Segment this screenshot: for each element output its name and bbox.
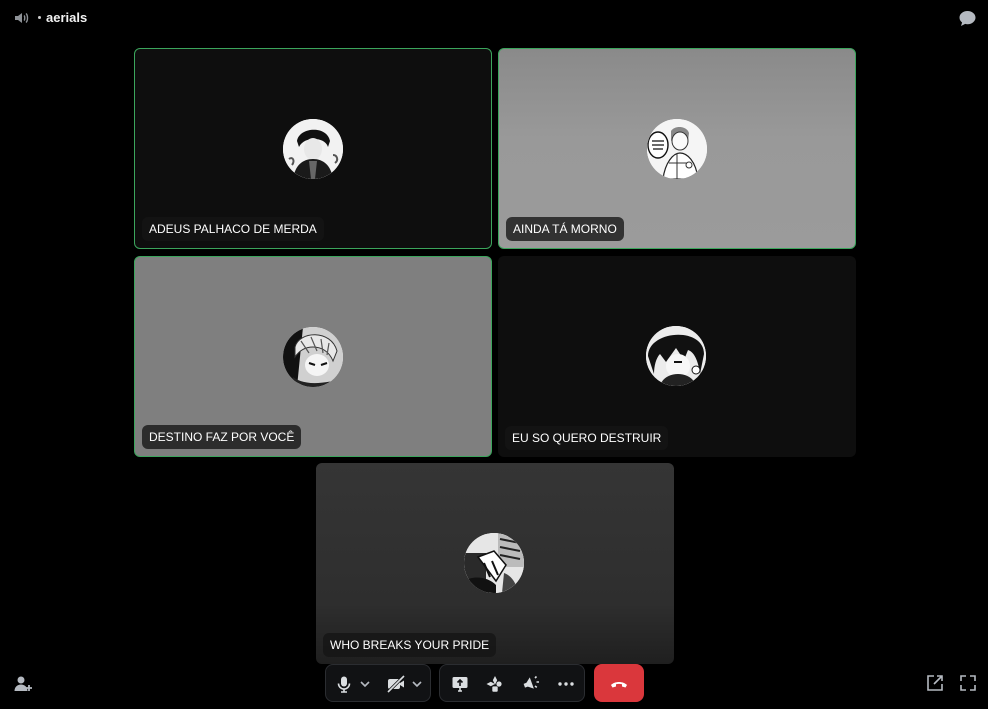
participant-tile[interactable]: ADEUS PALHACO DE MERDA	[134, 48, 492, 249]
avatar	[283, 327, 343, 387]
hangup-icon	[611, 682, 627, 688]
activities-button[interactable]	[485, 674, 505, 694]
more-icon	[558, 682, 574, 686]
popout-icon[interactable]	[925, 673, 945, 693]
participant-name: AINDA TÁ MORNO	[506, 217, 624, 241]
participant-name: ADEUS PALHACO DE MERDA	[142, 217, 324, 241]
microphone-icon	[337, 676, 351, 693]
activity-controls	[439, 664, 585, 702]
participant-name: WHO BREAKS YOUR PRIDE	[323, 633, 497, 657]
more-button[interactable]	[556, 674, 576, 694]
chevron-down-icon	[360, 681, 370, 688]
activities-icon	[486, 676, 502, 692]
camera-button[interactable]	[386, 674, 406, 694]
participant-name: DESTINO FAZ POR VOCÊ	[142, 425, 302, 449]
camera-options[interactable]	[410, 674, 424, 694]
disconnect-button[interactable]	[594, 664, 644, 702]
camera-off-icon	[386, 674, 406, 694]
soundboard-button[interactable]	[521, 674, 541, 694]
participant-tile[interactable]: DESTINO FAZ POR VOCÊ	[134, 256, 492, 457]
participant-tile[interactable]: EU SO QUERO DESTRUIR	[498, 256, 856, 457]
screen-share-icon	[452, 677, 468, 692]
invite-user-icon[interactable]	[13, 674, 33, 694]
microphone-button[interactable]	[334, 674, 354, 694]
audio-video-controls	[325, 664, 431, 702]
channel-name[interactable]: aerials	[46, 10, 87, 25]
top-bar: aerials	[0, 0, 988, 36]
avatar	[647, 119, 707, 179]
chat-icon[interactable]	[958, 9, 977, 28]
soundboard-icon	[523, 675, 539, 689]
fullscreen-icon[interactable]	[958, 673, 978, 693]
screen-share-button[interactable]	[450, 674, 470, 694]
participant-tile[interactable]: AINDA TÁ MORNO	[498, 48, 856, 249]
chevron-down-icon	[412, 681, 422, 688]
participant-tile[interactable]: WHO BREAKS YOUR PRIDE	[316, 463, 674, 664]
speaker-icon	[15, 12, 29, 24]
avatar	[283, 119, 343, 179]
avatar	[646, 326, 706, 386]
participant-name: EU SO QUERO DESTRUIR	[505, 426, 669, 450]
channel-dot	[38, 16, 41, 19]
avatar	[464, 533, 524, 593]
microphone-options[interactable]	[358, 674, 372, 694]
